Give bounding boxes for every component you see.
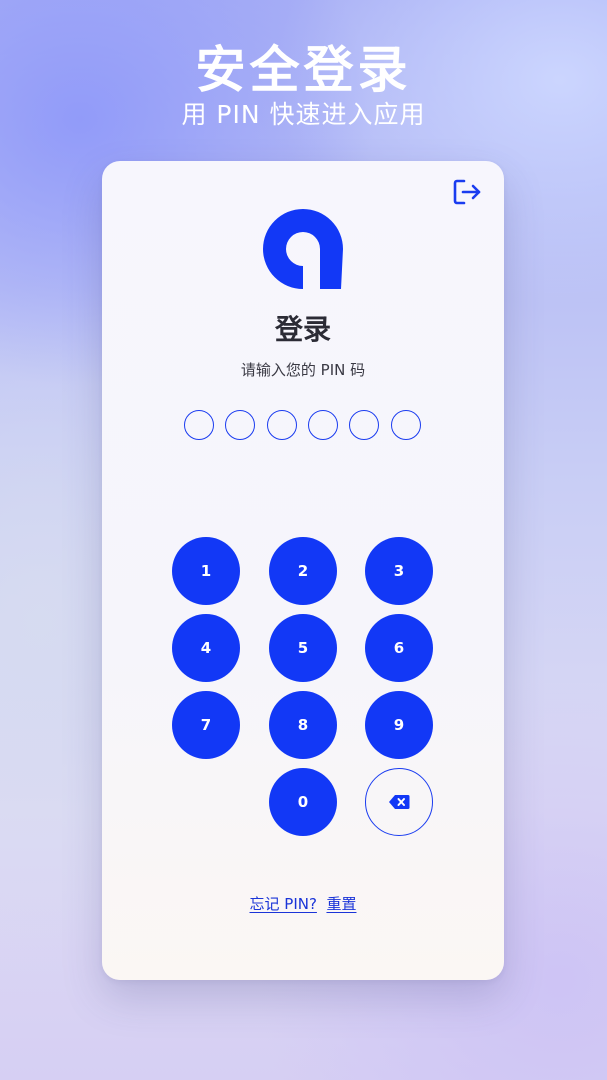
hero-subtitle: 用 PIN 快速进入应用 bbox=[181, 100, 426, 129]
hero-title: 安全登录 bbox=[195, 41, 412, 99]
keypad-key-4[interactable]: 4 bbox=[172, 614, 240, 682]
keypad-delete-button[interactable] bbox=[365, 768, 433, 836]
keypad-key-7[interactable]: 7 bbox=[172, 691, 240, 759]
pin-dot bbox=[266, 410, 297, 440]
logout-button[interactable] bbox=[449, 175, 485, 209]
keypad-key-6[interactable]: 6 bbox=[365, 614, 433, 682]
pin-dots bbox=[184, 410, 424, 442]
keypad-key-3[interactable]: 3 bbox=[365, 537, 433, 605]
pin-dot bbox=[349, 410, 380, 440]
backspace-icon bbox=[389, 795, 410, 809]
pin-dot bbox=[184, 410, 214, 440]
pin-dot bbox=[225, 410, 256, 440]
keypad-key-8[interactable]: 8 bbox=[269, 691, 337, 759]
pin-dot bbox=[390, 410, 421, 440]
keypad-key-9[interactable]: 9 bbox=[365, 691, 433, 759]
keypad-key-1[interactable]: 1 bbox=[172, 537, 240, 605]
keypad-key-0[interactable]: 0 bbox=[269, 768, 337, 836]
logout-icon bbox=[453, 179, 481, 205]
forgot-pin-link[interactable]: 忘记 PIN? 重置 bbox=[102, 893, 504, 915]
keypad-key-5[interactable]: 5 bbox=[269, 614, 337, 682]
keypad-key-2[interactable]: 2 bbox=[269, 537, 337, 605]
pin-dot bbox=[307, 410, 338, 440]
pin-prompt: 请输入您的 PIN 码 bbox=[240, 361, 366, 379]
login-title: 登录 bbox=[274, 313, 331, 346]
forgot-pin-question: 忘记 PIN? bbox=[249, 895, 317, 913]
reset-pin-action: 重置 bbox=[326, 895, 357, 913]
app-logo bbox=[263, 209, 343, 289]
